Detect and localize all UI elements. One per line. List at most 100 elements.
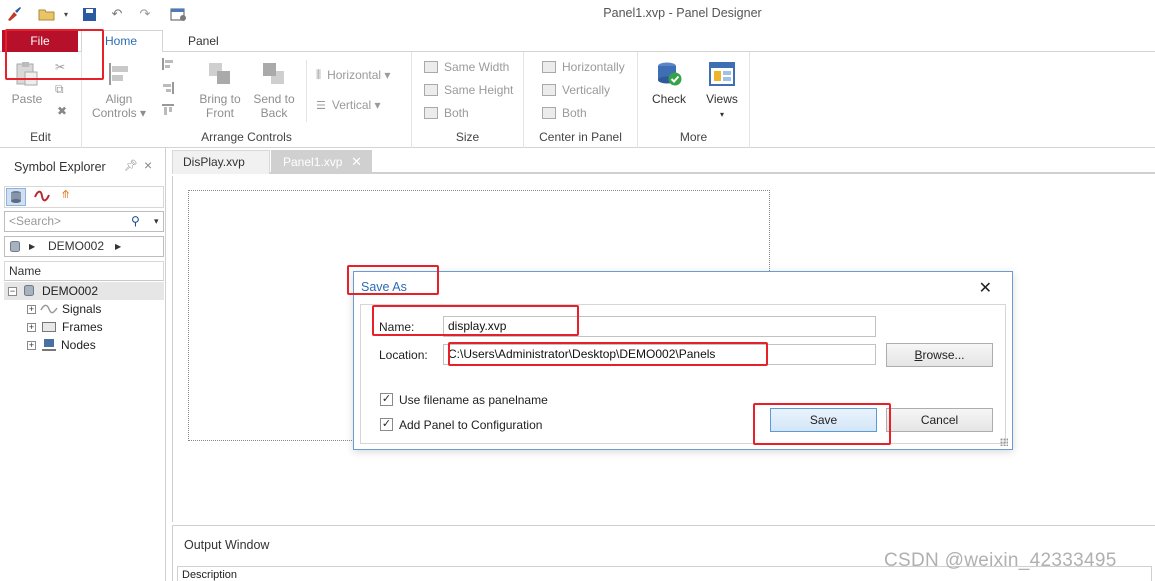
use-filename-checkbox[interactable]: ✓ [380, 393, 393, 406]
cancel-button[interactable]: Cancel [886, 408, 993, 432]
explorer-close-icon[interactable]: × [144, 157, 152, 173]
align-icon [105, 60, 133, 88]
align-left-icon[interactable] [162, 58, 174, 70]
expand-icon[interactable]: + [27, 341, 36, 350]
send-to-back-button[interactable]: Send to Back [246, 60, 302, 120]
search-dropdown-icon[interactable]: ▾ [154, 216, 161, 227]
check-icon [655, 60, 683, 88]
tree-item-label: Frames [62, 320, 103, 334]
doc-tab-panel1[interactable]: Panel1.xvp ✕ [271, 150, 372, 174]
send-label-2: Back [260, 106, 288, 120]
same-size-both-icon [424, 107, 438, 119]
views-label: Views [706, 92, 738, 106]
document-tabs: DisPlay.xvp Panel1.xvp ✕ [172, 148, 1155, 174]
same-width-label: Same Width [444, 60, 510, 74]
horizontal-spacing-dropdown[interactable]: ⫼ Horizontal ▾ [316, 68, 390, 82]
same-height-button[interactable]: Same Height [424, 83, 513, 97]
tab-home[interactable]: Home [81, 30, 163, 53]
center-both-icon [542, 107, 556, 119]
collapse-icon[interactable]: − [8, 287, 17, 296]
pin-icon[interactable]: 📌︎ [124, 159, 138, 172]
breadcrumb-next-icon[interactable]: ▶ [115, 237, 121, 256]
center-horizontally-label: Horizontally [562, 60, 625, 74]
same-size-both-button[interactable]: Both [424, 106, 469, 120]
center-both-button[interactable]: Both [542, 106, 587, 120]
binoculars-icon[interactable]: ⚲ [131, 214, 147, 228]
horizontal-spacing-icon: ⫼ [316, 68, 322, 81]
same-height-label: Same Height [444, 83, 514, 97]
align-controls-button[interactable]: Align Controls ▾ [88, 60, 150, 120]
bring-label-2: Front [205, 106, 234, 120]
horizontal-label: Horizontal ▾ [327, 68, 391, 82]
window-title: Panel1.xvp - Panel Designer [603, 6, 762, 20]
signal-view-button[interactable] [33, 188, 53, 206]
vertical-spacing-dropdown[interactable]: ☰ Vertical ▾ [316, 98, 381, 112]
center-horizontally-button[interactable]: Horizontally [542, 60, 625, 74]
check-button[interactable]: Check [646, 60, 692, 106]
use-filename-label: Use filename as panelname [399, 393, 548, 407]
dialog-close-icon[interactable]: ✕ [979, 278, 992, 298]
symbol-tree: − DEMO002 + Signals + Frames + Nodes [4, 282, 164, 354]
tree-item-label: DEMO002 [42, 284, 99, 298]
tab-panel[interactable]: Panel [188, 34, 219, 48]
tab-file[interactable]: File [2, 30, 78, 52]
arrange-divider [306, 60, 307, 122]
doc-tab-display[interactable]: DisPlay.xvp [172, 150, 270, 174]
breadcrumb-item[interactable]: DEMO002 [48, 237, 104, 256]
center-horizontally-icon [542, 61, 556, 73]
tree-item-signals[interactable]: + Signals [4, 300, 164, 318]
title-bar: ▾ ↶ ↷ Panel1.xvp - Panel Designer [0, 0, 1155, 28]
center-group-label: Center in Panel [539, 130, 622, 144]
location-input[interactable]: C:\Users\Administrator\Desktop\DEMO002\P… [443, 344, 876, 365]
views-button[interactable]: Views ▾ [700, 60, 744, 122]
tree-item-frames[interactable]: + Frames [4, 318, 164, 336]
tree-column-header[interactable]: Name [4, 261, 164, 281]
center-vertically-icon [542, 84, 556, 96]
send-label: Send to [253, 92, 295, 106]
bring-to-front-button[interactable]: Bring to Front [190, 60, 250, 120]
same-size-both-label: Both [444, 106, 469, 120]
center-vertically-label: Vertically [562, 83, 611, 97]
breadcrumb-arrow-icon[interactable]: ▶ [29, 237, 35, 256]
center-vertically-button[interactable]: Vertically [542, 83, 610, 97]
breadcrumb-db-icon [10, 241, 20, 252]
expand-icon[interactable]: + [27, 323, 36, 332]
align-label: Align [105, 92, 133, 106]
location-label: Location: [379, 348, 428, 362]
tree-item-nodes[interactable]: + Nodes [4, 336, 164, 354]
sort-icon[interactable]: ⤊ [61, 188, 81, 206]
check-label: Check [651, 92, 686, 106]
resize-grip[interactable] [1000, 438, 1008, 446]
browse-button[interactable]: Browse... [886, 343, 993, 367]
tab-close-icon[interactable]: ✕ [351, 150, 362, 174]
save-button[interactable]: Save [770, 408, 877, 432]
paste-button[interactable]: Paste [8, 60, 46, 106]
node-icon [42, 338, 56, 357]
send-to-back-icon [260, 60, 288, 88]
same-width-icon [424, 61, 438, 73]
expand-icon[interactable]: + [27, 305, 36, 314]
save-as-dialog: Save As ✕ Name: display.xvp Location: C:… [353, 271, 1013, 450]
output-title: Output Window [184, 538, 270, 552]
views-icon [708, 60, 736, 88]
same-width-button[interactable]: Same Width [424, 60, 509, 74]
name-input[interactable]: display.xvp [443, 316, 876, 337]
paste-label: Paste [11, 92, 43, 106]
align-top-icon[interactable] [162, 104, 174, 116]
vertical-spacing-icon: ☰ [316, 99, 326, 112]
add-panel-checkbox[interactable]: ✓ [380, 418, 393, 431]
align-right-icon[interactable] [162, 82, 174, 94]
more-group: Check Views ▾ More [638, 52, 750, 148]
align-label-2: Controls ▾ [91, 106, 147, 120]
bring-label: Bring to [199, 92, 241, 106]
views-dropdown-icon: ▾ [719, 110, 724, 119]
delete-icon[interactable]: ✖ [57, 104, 67, 118]
tree-item-demo002[interactable]: − DEMO002 [4, 282, 164, 300]
edit-group: Paste ✂ ⧉ ✖ Edit [0, 52, 82, 148]
copy-icon[interactable]: ⧉ [55, 82, 64, 97]
size-group-label: Size [455, 130, 480, 144]
cut-icon[interactable]: ✂ [55, 60, 65, 74]
explorer-toolbar: ⤊ [4, 186, 164, 208]
database-view-button[interactable] [6, 188, 26, 206]
arrange-group-label: Arrange Controls [201, 130, 292, 144]
